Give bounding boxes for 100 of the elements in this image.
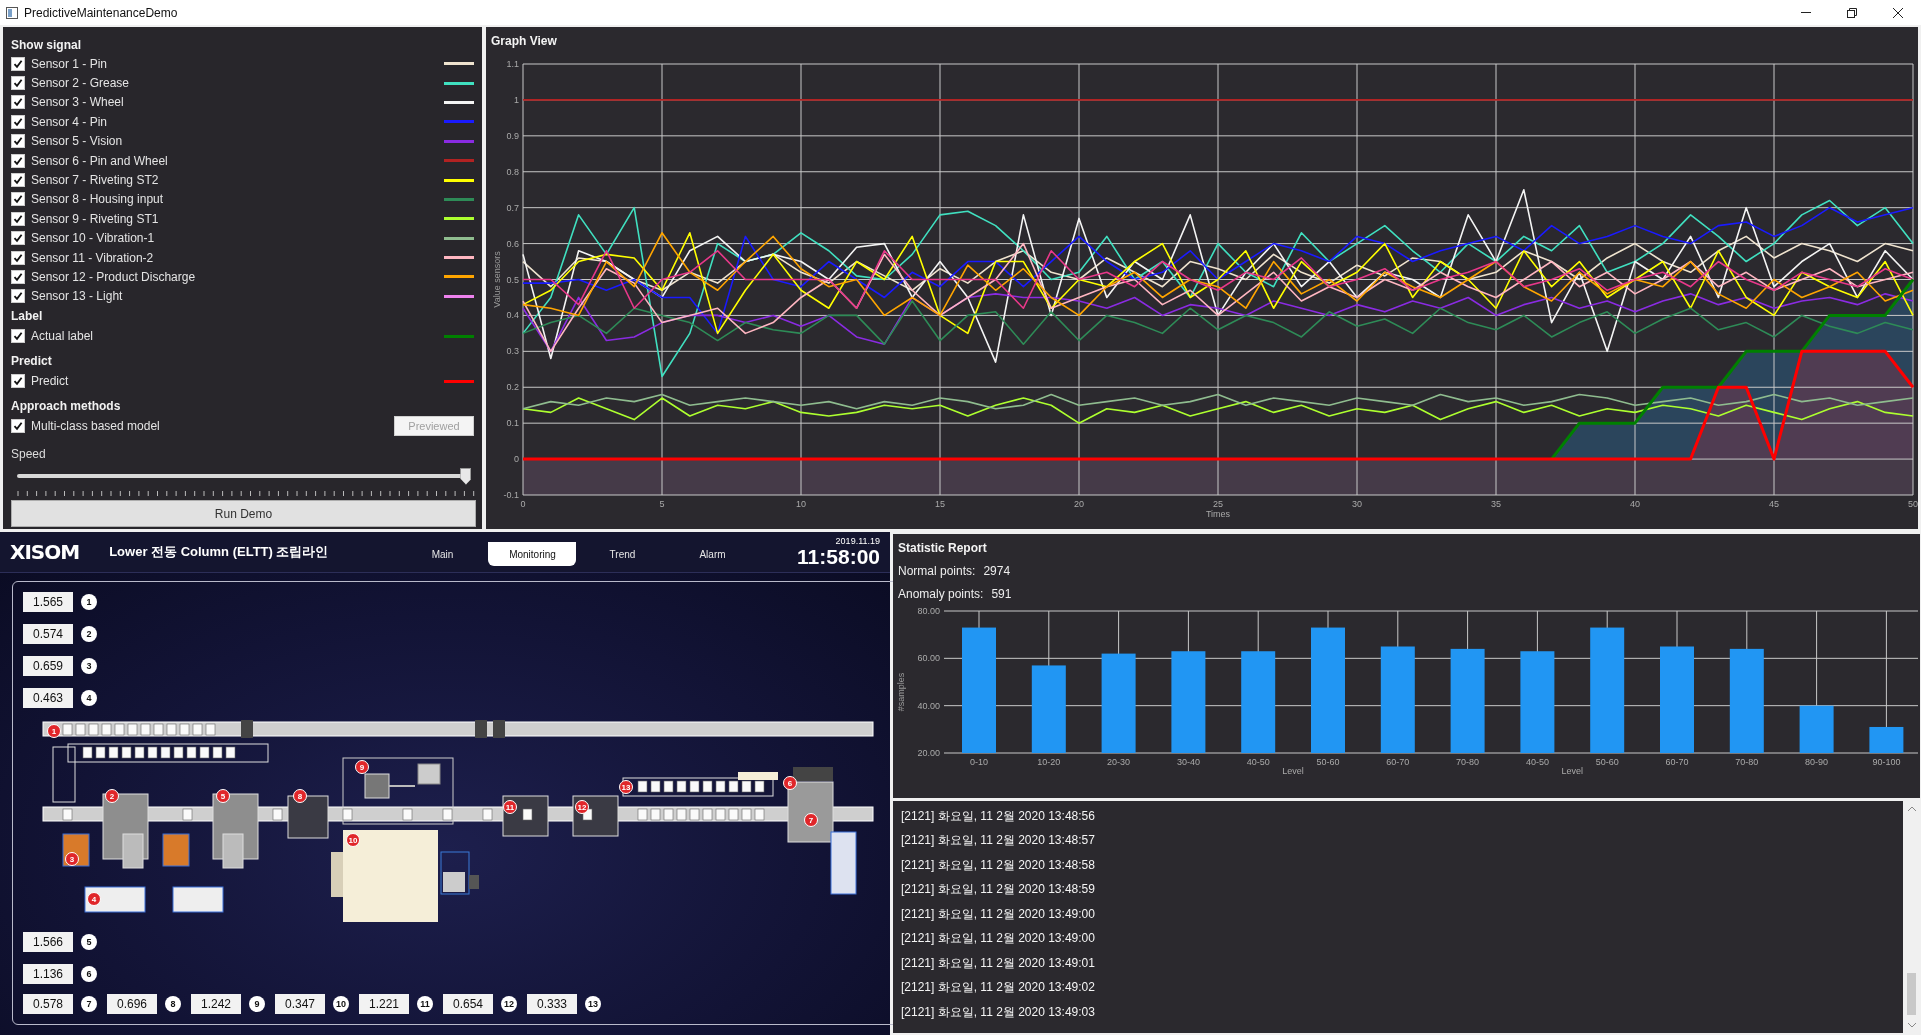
checkbox-label: Sensor 4 - Pin xyxy=(31,114,108,129)
logo: XISOM xyxy=(10,540,80,564)
index-badge: 4 xyxy=(81,690,97,706)
axis-tick-label: 1.1 xyxy=(506,59,519,69)
section-title: Show signal xyxy=(11,36,82,54)
axis-tick-label: 45 xyxy=(1769,499,1779,509)
axis-tick-label: 0.7 xyxy=(506,202,519,213)
reading-value: 1.565 xyxy=(23,592,73,612)
axis-tick-label: 60-70 xyxy=(1665,757,1689,767)
axis-tick-label: 0.1 xyxy=(506,418,519,429)
axis-tick-label: 0-10 xyxy=(970,757,988,767)
line-title: Lower 전동 Column (ELTT) 조립라인 xyxy=(109,543,329,561)
axis-tick-label: 0 xyxy=(520,499,526,509)
station-marker: 13 xyxy=(619,780,633,794)
axis-tick-label: 80-90 xyxy=(1805,757,1829,767)
checkbox-label: Multi-class based model xyxy=(31,419,160,434)
axis-tick-label: 0.5 xyxy=(506,274,519,285)
checkbox-label: Sensor 7 - Riveting ST2 xyxy=(31,173,159,188)
axis-tick-label: 25 xyxy=(1213,499,1223,509)
log-line: [2121] 화요일, 11 2월 2020 13:48:58 xyxy=(901,856,1096,874)
reading-value: 1.136 xyxy=(23,964,73,984)
window-title: PredictiveMaintenanceDemo xyxy=(24,5,178,20)
reading-value: 0.333 xyxy=(527,994,577,1014)
index-badge: 12 xyxy=(501,996,517,1012)
axis-tick-label: 0.6 xyxy=(506,238,519,249)
axis-tick-label: 0.4 xyxy=(506,310,519,321)
index-badge: 13 xyxy=(585,996,601,1012)
section-title: Approach methods xyxy=(11,397,122,415)
axis-tick-label: 0.3 xyxy=(506,346,519,357)
reading-value: 0.659 xyxy=(23,656,73,676)
speed-label: Speed xyxy=(11,447,47,462)
clock-time: 11:58:00 xyxy=(797,546,880,568)
reading-value: 0.654 xyxy=(443,994,493,1014)
axis-tick-label: 10-20 xyxy=(1037,757,1061,767)
reading-value: 1.242 xyxy=(191,994,241,1014)
checkbox-label: Sensor 13 - Light xyxy=(31,289,123,304)
section-title: Predict xyxy=(11,352,53,370)
axis-tick-label: 70-80 xyxy=(1456,757,1480,767)
index-badge: 11 xyxy=(417,996,433,1012)
checkbox-label: Sensor 6 - Pin and Wheel xyxy=(31,153,168,168)
axis-tick-label: 10 xyxy=(796,499,806,509)
station-marker: 5 xyxy=(216,789,230,803)
index-badge: 7 xyxy=(81,996,97,1012)
checkbox-label: Sensor 1 - Pin xyxy=(31,56,108,71)
panel-title: Statistic Report xyxy=(897,540,988,557)
reading-value: 1.566 xyxy=(23,932,73,952)
axis-tick-label: 5 xyxy=(659,499,665,509)
axis-title: Level xyxy=(1282,766,1304,776)
reading-value: 0.696 xyxy=(107,994,157,1014)
axis-tick-label: 50 xyxy=(1908,499,1918,509)
reading-value: 1.221 xyxy=(359,994,409,1014)
axis-tick-label: 40.00 xyxy=(917,700,940,711)
checkbox-label: Sensor 11 - Vibration-2 xyxy=(31,250,154,265)
reading-value: 0.574 xyxy=(23,624,73,644)
axis-tick-label: 40-50 xyxy=(1246,757,1270,767)
axis-tick-label: 40 xyxy=(1630,499,1640,509)
index-badge: 1 xyxy=(81,594,97,610)
axis-tick-label: 0 xyxy=(514,454,519,465)
axis-tick-label: -0.1 xyxy=(503,490,519,500)
axis-tick-label: 80.00 xyxy=(917,606,940,616)
index-badge: 3 xyxy=(81,658,97,674)
checkbox-label: Actual label xyxy=(31,329,94,344)
index-badge: 5 xyxy=(81,934,97,950)
stat-label: Normal points: xyxy=(898,564,976,578)
checkbox-label: Sensor 9 - Riveting ST1 xyxy=(31,211,159,226)
axis-tick-label: 70-80 xyxy=(1735,757,1759,767)
axis-title: Level xyxy=(1561,766,1584,776)
axis-tick-label: 0.8 xyxy=(506,166,519,177)
checkbox-label: Predict xyxy=(31,374,69,389)
log-line: [2121] 화요일, 11 2월 2020 13:48:59 xyxy=(901,881,1096,899)
axis-tick-label: 50-60 xyxy=(1595,757,1619,767)
station-marker: 2 xyxy=(105,789,119,803)
index-badge: 2 xyxy=(81,626,97,642)
index-badge: 8 xyxy=(165,996,181,1012)
stat-label: Anomaly points: xyxy=(898,587,984,601)
axis-tick-label: 1 xyxy=(514,94,519,105)
axis-tick-label: 60.00 xyxy=(917,653,940,664)
axis-tick-label: 15 xyxy=(935,499,945,509)
checkbox-label: Sensor 5 - Vision xyxy=(31,134,123,149)
reading-value: 0.578 xyxy=(23,994,73,1014)
log-line: [2121] 화요일, 11 2월 2020 13:49:00 xyxy=(901,905,1096,923)
log-line: [2121] 화요일, 11 2월 2020 13:49:00 xyxy=(901,930,1096,948)
panel-title: Graph View xyxy=(490,33,558,50)
axis-tick-label: 20.00 xyxy=(917,748,940,758)
log-line: [2121] 화요일, 11 2월 2020 13:49:03 xyxy=(901,1003,1096,1021)
reading-value: 0.347 xyxy=(275,994,325,1014)
reading-value: 0.463 xyxy=(23,688,73,708)
checkbox-label: Sensor 3 - Wheel xyxy=(31,95,124,110)
axis-tick-label: 90-100 xyxy=(1872,757,1901,767)
axis-tick-label: 20 xyxy=(1074,499,1084,509)
checkbox-label: Sensor 12 - Product Discharge xyxy=(31,270,196,284)
stat-value: 2974 xyxy=(983,564,1011,578)
station-marker: 6 xyxy=(783,776,797,790)
log-line: [2121] 화요일, 11 2월 2020 13:49:02 xyxy=(901,979,1096,997)
checkbox-label: Sensor 10 - Vibration-1 xyxy=(31,231,155,246)
log-line: [2121] 화요일, 11 2월 2020 13:48:56 xyxy=(901,807,1096,825)
axis-tick-label: 0.9 xyxy=(506,130,519,141)
axis-tick-label: 50-60 xyxy=(1316,757,1340,767)
index-badge: 6 xyxy=(81,966,97,982)
log-line: [2121] 화요일, 11 2월 2020 13:48:57 xyxy=(901,832,1096,850)
